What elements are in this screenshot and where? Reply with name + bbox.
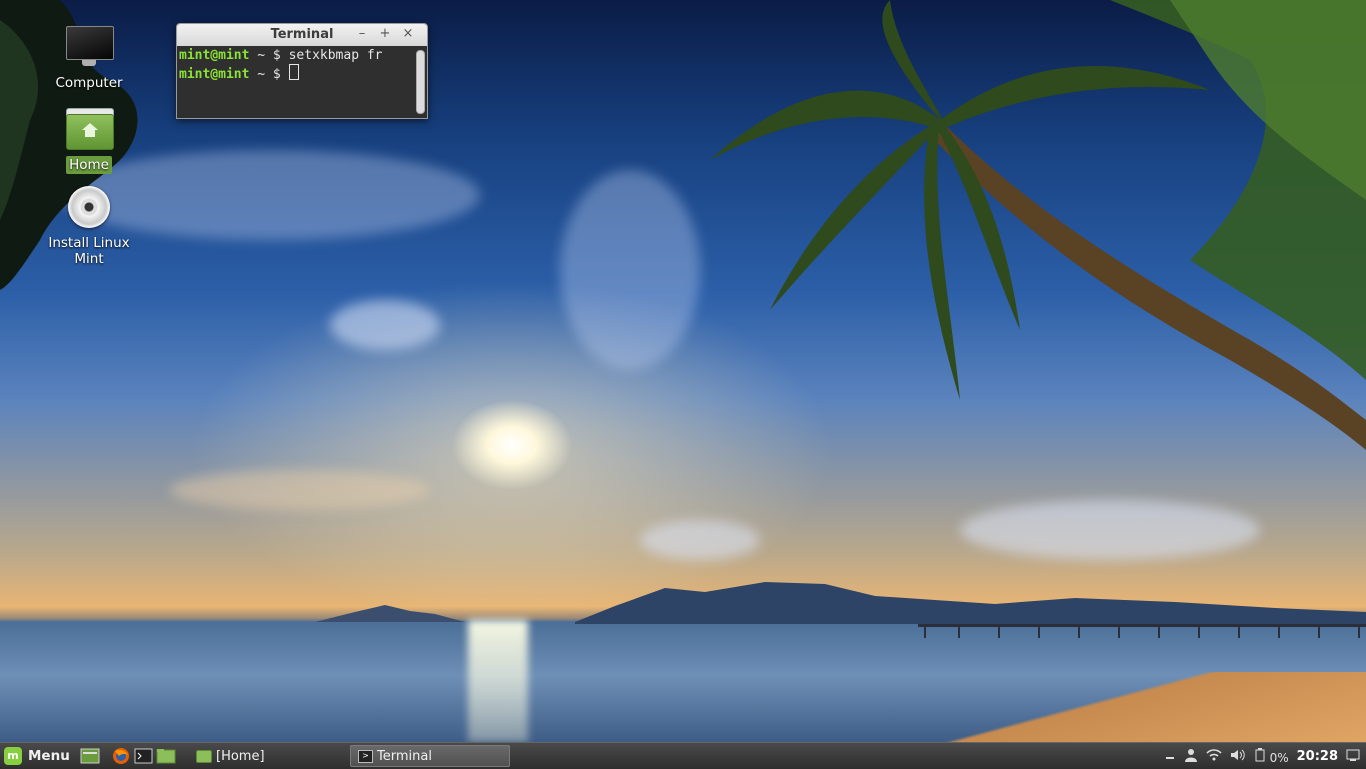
home-folder-icon [64, 106, 114, 154]
mint-logo-icon: m [4, 747, 22, 765]
close-button[interactable]: × [400, 26, 416, 42]
cloud [170, 470, 430, 510]
command-text: setxkbmap fr [288, 48, 383, 63]
volume-icon[interactable] [1230, 748, 1246, 765]
desktop-icon-home[interactable]: Home [29, 106, 149, 174]
taskbar-window-terminal[interactable]: > Terminal [350, 745, 510, 767]
desktop-icon-computer[interactable]: Computer [29, 24, 149, 92]
text-cursor [288, 64, 299, 80]
desktop-icon-label: Computer [55, 75, 123, 91]
system-tray: 0% 20:28 [1164, 743, 1366, 769]
prompt-user: mint@mint [179, 67, 250, 82]
terminal-window[interactable]: Terminal – + × mint@mint ~ $ setxkbmap f… [176, 23, 428, 119]
cloud [640, 520, 760, 560]
eject-icon[interactable] [1164, 749, 1176, 764]
terminal-output[interactable]: mint@mint ~ $ setxkbmap fr mint@mint ~ $ [177, 46, 415, 118]
palm-trees [710, 0, 1366, 450]
mountain-range [575, 582, 1366, 624]
terminal-icon: > [358, 749, 373, 763]
disc-icon [64, 184, 114, 232]
menu-label: Menu [28, 748, 70, 764]
taskbar-window-home[interactable]: [Home] [188, 745, 348, 767]
wifi-icon[interactable] [1206, 748, 1222, 765]
cloud [560, 170, 700, 370]
maximize-button[interactable]: + [377, 26, 393, 42]
pier [918, 624, 1366, 638]
sun-reflection [468, 620, 528, 742]
firefox-launcher[interactable] [111, 747, 131, 765]
terminal-icon [134, 748, 153, 764]
cloud [960, 500, 1260, 560]
terminal-launcher[interactable] [134, 747, 154, 765]
island-mountain [315, 605, 465, 622]
battery-percent: 0% [1269, 750, 1289, 765]
menu-button[interactable]: m Menu [4, 746, 70, 766]
desktop-icon-install[interactable]: Install Linux Mint [29, 184, 149, 268]
show-desktop-icon [80, 748, 100, 764]
clock[interactable]: 20:28 [1297, 749, 1338, 764]
desktop-icon-label: Home [66, 156, 112, 174]
window-label: Terminal [377, 748, 432, 764]
window-label: [Home] [216, 748, 265, 764]
user-icon[interactable] [1184, 748, 1198, 765]
battery-icon [1255, 747, 1265, 761]
show-desktop-icon[interactable] [1346, 748, 1360, 765]
show-desktop-launcher[interactable] [80, 747, 100, 765]
terminal-titlebar[interactable]: Terminal – + × [177, 24, 427, 46]
folder-icon [196, 749, 212, 763]
scrollbar[interactable] [416, 50, 425, 114]
terminal-line: mint@mint ~ $ [179, 64, 413, 83]
prompt-user: mint@mint [179, 48, 250, 63]
desktop-icon-label: Install Linux Mint [48, 235, 130, 267]
firefox-icon [113, 748, 129, 764]
battery-indicator[interactable]: 0% [1254, 747, 1289, 765]
prompt-path: ~ $ [249, 67, 289, 82]
cloud [330, 300, 440, 350]
beach [946, 672, 1366, 742]
computer-icon [64, 24, 114, 72]
taskbar: m Menu [Home] > Terminal 0% 20:28 [0, 742, 1366, 769]
files-launcher[interactable] [156, 747, 176, 765]
prompt-path: ~ $ [249, 48, 289, 63]
terminal-line: mint@mint ~ $ setxkbmap fr [179, 47, 413, 64]
folder-icon [156, 749, 176, 764]
minimize-button[interactable]: – [354, 26, 370, 42]
